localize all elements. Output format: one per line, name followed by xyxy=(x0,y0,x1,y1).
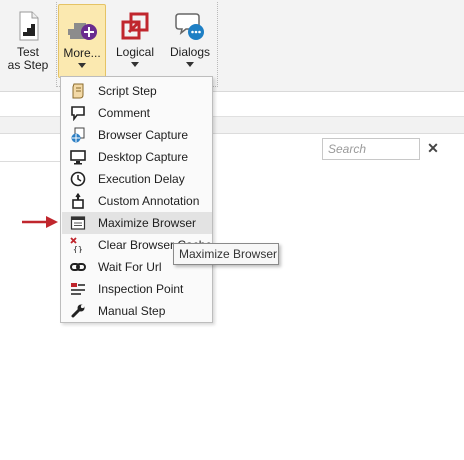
logical-icon xyxy=(119,10,151,42)
tooltip: Maximize Browser xyxy=(173,243,279,265)
dialogs-label: Dialogs xyxy=(169,45,211,59)
menu-item-label: Maximize Browser xyxy=(98,216,197,230)
menu-item-execution-delay[interactable]: Execution Delay xyxy=(62,168,212,190)
menu-item-label: Script Step xyxy=(98,84,157,98)
link-icon xyxy=(70,259,86,275)
custom-annotation-icon xyxy=(70,192,86,209)
menu-item-comment[interactable]: Comment xyxy=(62,102,212,124)
script-step-icon xyxy=(70,83,86,99)
inspection-point-icon xyxy=(70,281,86,297)
desktop-capture-icon xyxy=(70,149,86,165)
dialogs-icon xyxy=(174,10,206,42)
menu-item-label: Desktop Capture xyxy=(98,150,189,164)
red-arrow-icon xyxy=(22,216,58,228)
more-add-icon xyxy=(66,11,98,43)
svg-text:{}: {} xyxy=(73,245,83,253)
maximize-browser-icon xyxy=(70,215,86,231)
clear-browser-cache-icon: {} xyxy=(70,237,86,254)
clock-icon xyxy=(70,171,86,187)
more-dropdown-menu: Script Step Comment Browser Capture Desk… xyxy=(60,76,213,323)
more-button[interactable]: More... xyxy=(58,4,106,78)
menu-item-label: Inspection Point xyxy=(98,282,184,296)
menu-item-label: Custom Annotation xyxy=(98,194,200,208)
search-input[interactable]: Search xyxy=(322,138,420,160)
more-label: More... xyxy=(63,46,101,60)
menu-item-manual-step[interactable]: Manual Step xyxy=(62,300,212,322)
menu-item-label: Wait For Url xyxy=(98,260,162,274)
menu-item-label: Execution Delay xyxy=(98,172,185,186)
menu-item-desktop-capture[interactable]: Desktop Capture xyxy=(62,146,212,168)
chevron-down-icon xyxy=(131,62,139,67)
menu-item-custom-annotation[interactable]: Custom Annotation xyxy=(62,190,212,212)
menu-item-script-step[interactable]: Script Step xyxy=(62,80,212,102)
menu-item-inspection-point[interactable]: Inspection Point xyxy=(62,278,212,300)
dialogs-button[interactable]: Dialogs xyxy=(166,4,214,78)
menu-item-label: Comment xyxy=(98,106,151,120)
test-as-step-icon xyxy=(12,10,44,42)
comment-icon xyxy=(70,105,86,122)
menu-item-browser-capture[interactable]: Browser Capture xyxy=(62,124,212,146)
chevron-down-icon xyxy=(186,62,194,67)
browser-capture-icon xyxy=(70,127,86,143)
test-as-step-button[interactable]: Test as Step xyxy=(6,4,50,78)
divider xyxy=(0,161,60,162)
test-as-step-label: Test as Step xyxy=(7,45,49,72)
logical-button[interactable]: Logical xyxy=(112,4,158,78)
logical-label: Logical xyxy=(115,45,155,59)
menu-item-label: Manual Step xyxy=(98,304,166,318)
menu-item-label: Browser Capture xyxy=(98,128,189,142)
wrench-icon xyxy=(70,303,86,319)
chevron-down-icon xyxy=(78,63,86,68)
close-icon[interactable]: ✕ xyxy=(426,140,440,156)
menu-item-maximize-browser[interactable]: Maximize Browser xyxy=(62,212,212,234)
